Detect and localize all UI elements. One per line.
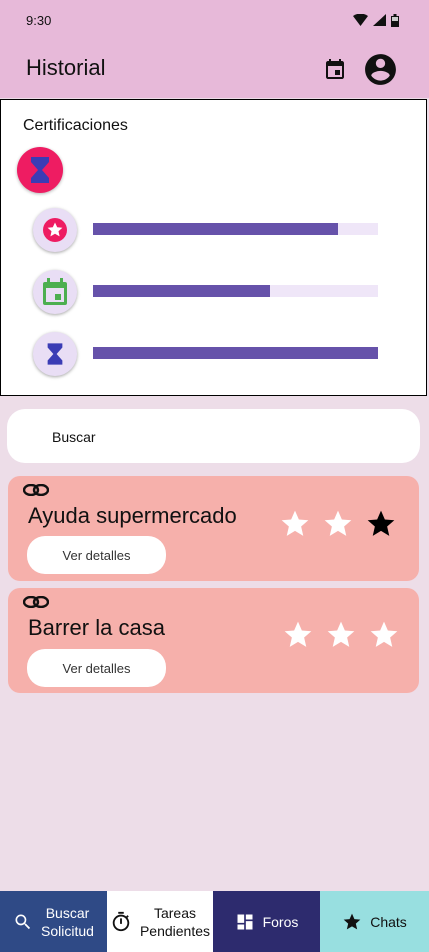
wifi-icon (353, 14, 368, 26)
task-rating (279, 508, 397, 540)
nav-chats[interactable]: Chats (320, 891, 429, 952)
progress-fill (93, 347, 378, 359)
battery-icon (391, 13, 399, 27)
calendar-icon (43, 278, 67, 305)
certification-row (33, 332, 378, 376)
nav-label: Chats (370, 913, 407, 930)
main-certification-badge[interactable] (17, 147, 63, 193)
app-bar: Historial (0, 38, 429, 98)
nav-label-line: Buscar (45, 904, 90, 921)
nav-label: Tareas Pendientes (140, 904, 210, 940)
nav-label-line: Tareas (153, 904, 197, 921)
timer-icon (112, 911, 130, 931)
certification-progress-bar (93, 347, 378, 359)
star-icon[interactable] (368, 619, 400, 651)
star-icon[interactable] (325, 619, 357, 651)
certification-row (33, 208, 378, 252)
progress-fill (93, 223, 339, 235)
star-icon[interactable] (279, 508, 311, 540)
nav-foros[interactable]: Foros (213, 891, 320, 952)
search-icon (15, 914, 31, 929)
page-title: Historial (26, 55, 106, 80)
search-field[interactable]: Buscar (7, 409, 420, 463)
certification-badge[interactable] (33, 270, 77, 314)
star-icon (343, 913, 361, 929)
hourglass-icon (31, 157, 49, 183)
mask-icon (23, 596, 49, 608)
star-icon[interactable] (282, 619, 314, 651)
nav-label-line: Solicitud (41, 922, 94, 939)
certification-row (33, 270, 378, 314)
account-circle-icon[interactable] (362, 51, 399, 88)
certification-badge[interactable] (33, 332, 77, 376)
star-badge-icon (43, 218, 67, 242)
nav-tareas-pendientes[interactable]: Tareas Pendientes (107, 891, 213, 952)
dashboard-icon (237, 914, 253, 929)
certification-badge[interactable] (33, 208, 77, 252)
calendar-icon[interactable] (323, 57, 347, 81)
star-icon[interactable] (322, 508, 354, 540)
status-icons (353, 13, 399, 27)
nav-label: Foros (262, 913, 299, 930)
task-card[interactable]: Ayuda supermercado Ver detalles (8, 476, 419, 581)
mask-icon (23, 484, 49, 496)
nav-buscar-solicitud[interactable]: Buscar Solicitud (0, 891, 107, 952)
view-details-button[interactable]: Ver detalles (27, 536, 166, 574)
certification-progress-bar (93, 223, 378, 235)
view-details-button[interactable]: Ver detalles (27, 649, 166, 687)
task-card[interactable]: Barrer la casa Ver detalles (8, 588, 419, 693)
progress-fill (93, 285, 270, 297)
status-time: 9:30 (26, 13, 52, 28)
hourglass-icon (47, 343, 63, 365)
certification-progress-bar (93, 285, 378, 297)
task-name: Ayuda supermercado (28, 503, 237, 528)
certifications-card: Certificaciones (0, 99, 427, 396)
nav-label: Buscar Solicitud (41, 904, 94, 940)
nav-label-line: Pendientes (139, 922, 211, 939)
signal-icon (373, 14, 386, 26)
search-placeholder: Buscar (52, 429, 96, 445)
certifications-title: Certificaciones (23, 117, 128, 134)
task-name: Barrer la casa (28, 615, 165, 640)
status-bar: 9:30 (0, 0, 429, 38)
star-icon[interactable] (365, 508, 397, 540)
task-rating (282, 619, 400, 651)
bottom-navigation: Buscar Solicitud Tareas Pendientes Foros C… (0, 891, 429, 952)
